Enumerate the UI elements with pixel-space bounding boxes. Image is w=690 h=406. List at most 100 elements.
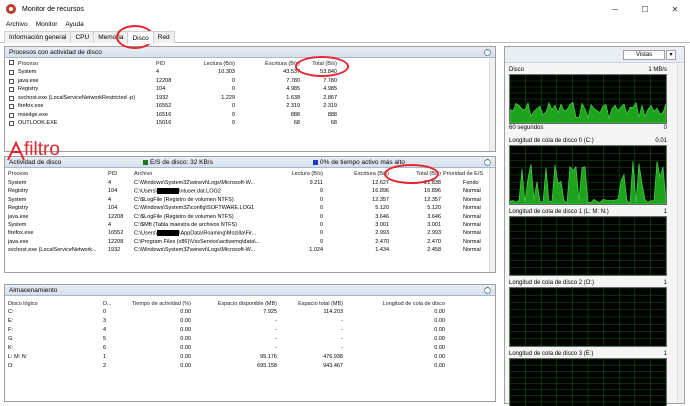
menu-monitor[interactable]: Monitor xyxy=(36,21,58,28)
table-cell: 2.993 xyxy=(427,230,441,237)
table-row[interactable]: java.exe 12208 0 7.780 7.780 xyxy=(5,78,495,86)
col-archivo[interactable]: Archivo xyxy=(134,170,152,178)
table-cell: 0.00 xyxy=(434,345,445,351)
processes-header-row: Proceso PID Lectura (B/s) Escritura (B/s… xyxy=(5,59,495,68)
table-cell: 0 xyxy=(103,309,107,315)
collapse-chevron-icon[interactable]: ⌃ xyxy=(484,287,491,294)
table-row[interactable]: java.exe 12208 C:\Program Files (x86)\VssS… xyxy=(5,239,495,247)
col-lectura[interactable]: Lectura (B/s) xyxy=(175,60,235,68)
col-proceso[interactable]: Proceso xyxy=(8,170,28,178)
table-cell: 4 xyxy=(156,69,160,75)
io-legend-swatch xyxy=(143,159,148,165)
views-dropdown-icon[interactable]: ▾ xyxy=(666,50,676,60)
table-row[interactable]: C: 0 0.00 7.925 114.203 0.00 xyxy=(5,309,495,317)
processes-panel-header[interactable]: Procesos con actividad de disco ⌃ xyxy=(5,47,495,58)
tab-cpu[interactable]: CPU xyxy=(70,31,95,43)
table-cell: 4 xyxy=(108,180,112,186)
tab-red[interactable]: Red xyxy=(152,31,175,43)
storage-panel-header[interactable]: Almacenamiento ⌃ xyxy=(5,285,495,296)
table-cell: 0.00 xyxy=(180,336,191,342)
table-cell: - xyxy=(275,345,277,351)
table-cell: 0 xyxy=(231,111,235,118)
storage-panel: Almacenamiento ⌃ Disco lógico D... Tiemp… xyxy=(4,284,496,402)
table-cell: 943.467 xyxy=(323,363,343,369)
select-all-checkbox[interactable] xyxy=(9,60,14,65)
table-row[interactable]: F: 4 0.00 - - 0.00 xyxy=(5,327,495,335)
table-row[interactable]: O: 2 0.00 695.158 943.467 0.00 xyxy=(5,363,495,371)
table-row[interactable]: K: 6 0.00 - - 0.00 xyxy=(5,345,495,353)
collapse-chevron-icon[interactable]: ⌃ xyxy=(484,159,491,166)
table-row[interactable]: Registry 104 C:\Windows\System32\config\SO… xyxy=(5,205,495,213)
table-cell: 3.001 xyxy=(375,222,389,228)
table-cell: 0 xyxy=(319,213,323,220)
table-cell: - xyxy=(341,345,343,351)
table-row[interactable]: firefox.exe 16552 0 2.319 2.319 xyxy=(5,103,495,111)
col-espacio-total[interactable]: Espacio total (MB) xyxy=(281,300,343,308)
row-checkbox[interactable] xyxy=(9,104,14,109)
table-cell: 476.938 xyxy=(323,354,343,360)
table-cell: 888 xyxy=(327,111,337,118)
col-disco-logico[interactable]: Disco lógico xyxy=(8,300,38,308)
col-prioridad[interactable]: Prioridad de E/S xyxy=(443,170,489,178)
row-checkbox[interactable] xyxy=(9,121,14,126)
maximize-button[interactable]: ☐ xyxy=(630,0,660,18)
col-disco[interactable]: D... xyxy=(103,300,112,308)
row-checkbox[interactable] xyxy=(9,70,14,75)
table-cell: 0.00 xyxy=(434,318,445,324)
graph-canvas xyxy=(509,145,667,205)
col-pid[interactable]: PID xyxy=(156,60,165,68)
row-checkbox[interactable] xyxy=(9,112,14,118)
col-longitud-cola[interactable]: Longitud de cola de disco xyxy=(353,300,445,308)
table-row[interactable]: Registry 104 0 4.985 4.985 xyxy=(5,86,495,94)
close-button[interactable]: ✕ xyxy=(660,0,690,18)
table-row[interactable]: System 4 C:\$LogFile (Registro de volumen … xyxy=(5,197,495,205)
menu-ayuda[interactable]: Ayuda xyxy=(65,21,83,28)
table-cell: java.exe xyxy=(8,213,29,220)
tab-informacion-general[interactable]: Información general xyxy=(4,31,72,43)
table-cell: 5.120 xyxy=(427,205,441,212)
table-cell: C:\$Mft (Tabla maestra de archivos NTFS) xyxy=(134,222,238,228)
graph-canvas xyxy=(509,74,667,124)
col-lectura[interactable]: Lectura (B/s) xyxy=(267,170,323,178)
table-row[interactable]: G: 5 0.00 - - 0.00 xyxy=(5,336,495,344)
table-cell: - xyxy=(341,336,343,342)
table-row[interactable]: OUTLOOK.EXE 15016 0 68 68 xyxy=(5,120,495,128)
col-tiempo-actividad[interactable]: Tiempo de actividad (%) xyxy=(115,300,191,308)
col-escritura[interactable]: Escritura (B/s) xyxy=(327,170,389,178)
views-button[interactable]: Vistas xyxy=(623,50,665,60)
table-cell: 0.00 xyxy=(180,363,191,369)
row-checkbox[interactable] xyxy=(9,87,14,92)
processes-scrollbar[interactable] xyxy=(489,58,495,151)
table-cell: Registry xyxy=(8,205,29,212)
tab-disco[interactable]: Disco xyxy=(127,31,154,44)
graph-max-value: 1 xyxy=(663,351,667,357)
table-cell: C:\$LogFile (Registro de volumen NTFS) xyxy=(134,213,234,220)
menu-archivo[interactable]: Archivo xyxy=(6,21,28,28)
table-cell: System xyxy=(8,222,27,228)
table-cell: 5.120 xyxy=(375,205,389,212)
table-row[interactable]: System 4 10.303 43.537 53.840 xyxy=(5,69,495,77)
table-row[interactable]: svchost.exe (LocalServiceNetworkRestrict… xyxy=(5,95,495,103)
table-row[interactable]: E: 3 0.00 - - 0.00 xyxy=(5,318,495,326)
table-row[interactable]: L: M: N: 1 0.00 95.176 476.938 0.00 xyxy=(5,354,495,362)
row-checkbox[interactable] xyxy=(9,78,14,84)
tab-bar: Información general CPU Memoria Disco Re… xyxy=(0,31,690,44)
graph-label: Longitud de cola de disco 1 (L: M: N:) 1 xyxy=(509,208,667,216)
table-row[interactable]: java.exe 12208 C:\$LogFile (Registro de vo… xyxy=(5,214,495,222)
row-checkbox[interactable] xyxy=(9,95,14,101)
collapse-chevron-icon[interactable]: ⌃ xyxy=(484,49,491,56)
graph-min-value: 0 xyxy=(663,125,667,131)
table-row[interactable]: Registry 104 C:\Users\ \ntuser.dat.LOG2 0 16.… xyxy=(5,188,495,196)
graph-block: Disco 1 MB/s 60 segundos 0 xyxy=(509,66,667,132)
table-row[interactable]: System 4 C:\$Mft (Tabla maestra de archivo… xyxy=(5,222,495,230)
minimize-button[interactable]: ─ xyxy=(600,0,630,18)
table-cell: 12208 xyxy=(108,213,124,220)
col-pid[interactable]: PID xyxy=(108,170,117,178)
table-row[interactable]: svchost.exe (LocalServiceNetwork... 1932 C… xyxy=(5,247,495,255)
col-proceso[interactable]: Proceso xyxy=(18,60,38,68)
table-row[interactable]: firefox.exe 16552 C:\Users\ \AppData\Roamin… xyxy=(5,230,495,238)
activity-scrollbar[interactable] xyxy=(489,168,495,272)
col-espacio-disponible[interactable]: Espacio disponible (MB) xyxy=(195,300,277,308)
table-row[interactable]: msedge.exe 16516 0 888 888 xyxy=(5,112,495,120)
graphs-scrollbar[interactable] xyxy=(677,64,683,403)
